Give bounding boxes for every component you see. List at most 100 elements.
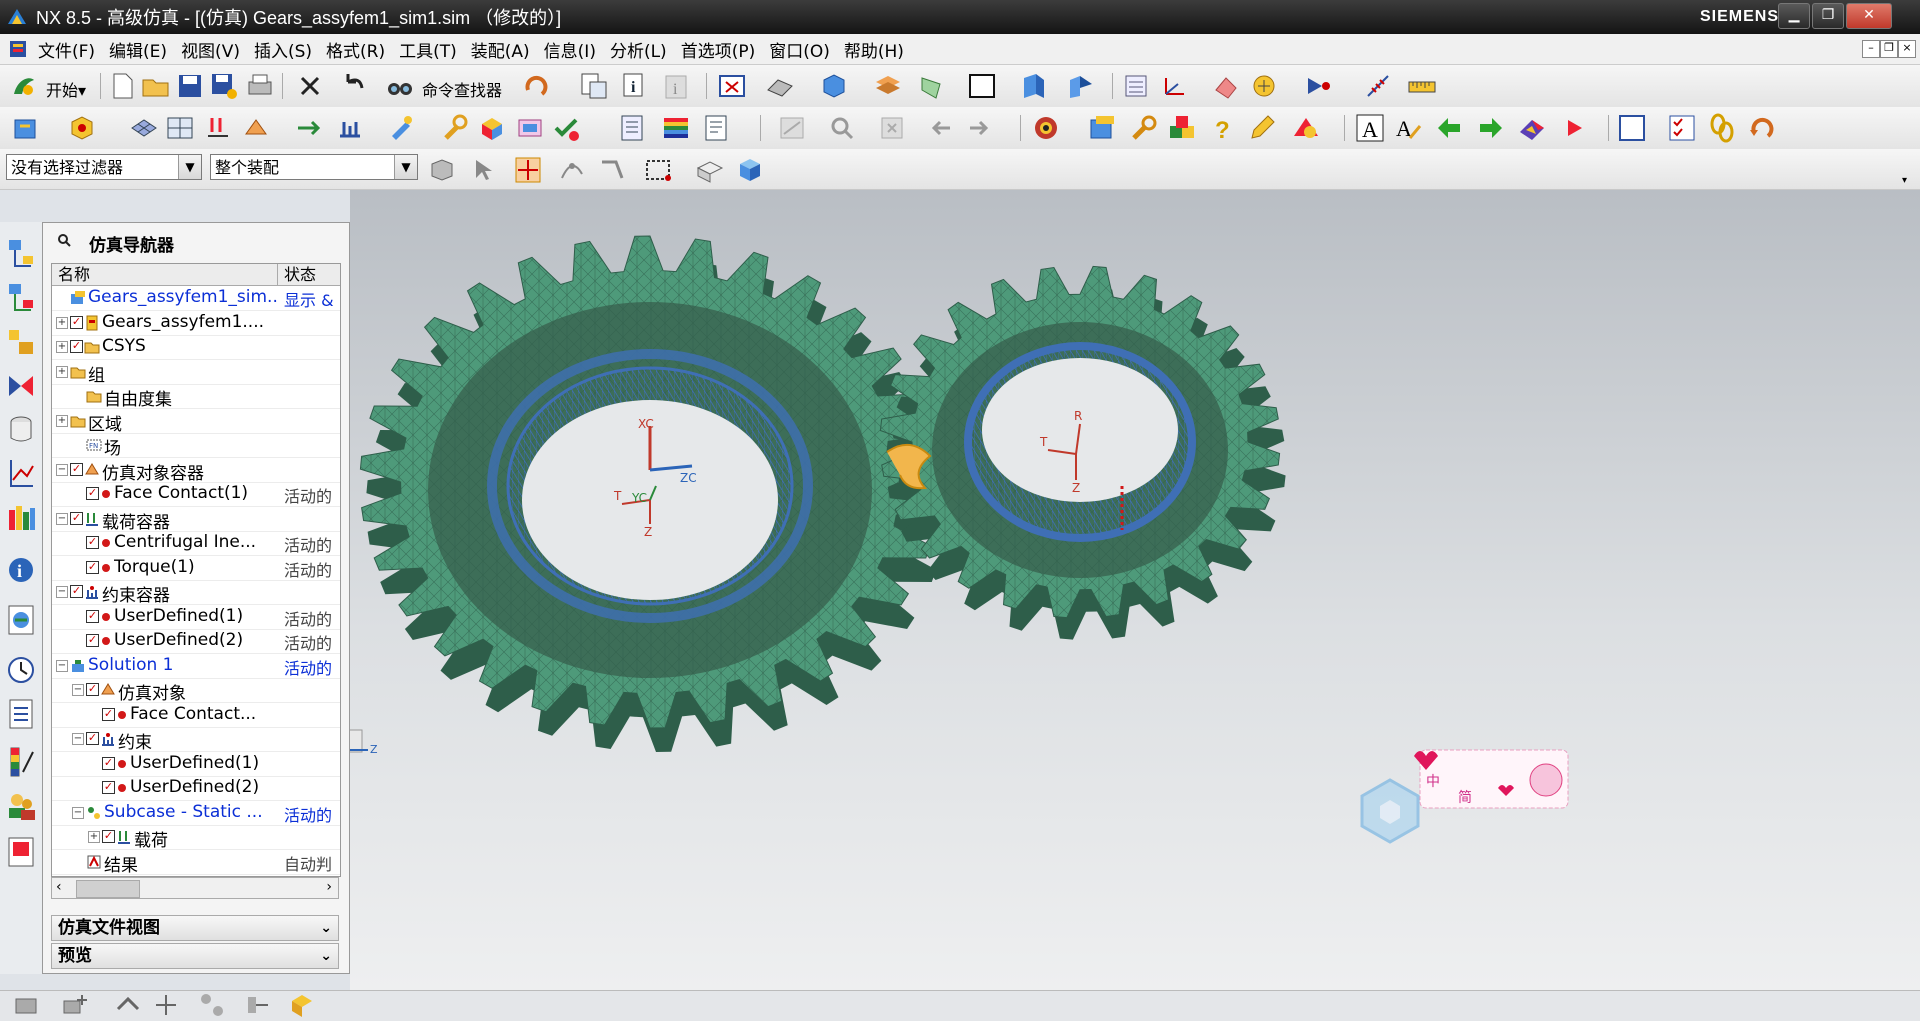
selection-filter-dropdown[interactable]: 没有选择过滤器 ▼ xyxy=(6,154,202,180)
refresh-icon[interactable] xyxy=(520,70,552,102)
tree-row[interactable]: + ✓ Gears_assyfem1.... xyxy=(52,311,340,336)
part-navigator-tab-icon[interactable] xyxy=(5,412,37,448)
select-arrow-icon[interactable] xyxy=(468,154,500,186)
command-finder-button[interactable]: 命令查找器 xyxy=(422,77,502,101)
visibility-checkbox[interactable]: ✓ xyxy=(102,781,115,794)
fringe-plot-icon[interactable] xyxy=(1516,112,1548,144)
mate-constraint-icon[interactable] xyxy=(150,989,182,1021)
menu-assembly[interactable]: 装配(A) xyxy=(471,37,530,62)
tree-row[interactable]: ✓ UserDefined(2) xyxy=(52,776,340,801)
menu-preferences[interactable]: 首选项(P) xyxy=(681,37,756,62)
tree-row[interactable]: 结果 自动判 xyxy=(52,850,340,876)
tree-row[interactable]: + 区域 xyxy=(52,409,340,435)
blue-cube-icon[interactable] xyxy=(734,154,766,186)
expand-icon[interactable]: + xyxy=(56,414,68,427)
close-button[interactable]: ✕ xyxy=(1846,3,1892,29)
menu-insert[interactable]: 插入(S) xyxy=(254,37,312,62)
tree-row[interactable]: ✓ UserDefined(1) xyxy=(52,752,340,777)
tree-row[interactable]: + 组 xyxy=(52,360,340,386)
animate-icon[interactable] xyxy=(1302,70,1334,102)
marker-disabled-icon[interactable] xyxy=(876,112,908,144)
visibility-checkbox[interactable]: ✓ xyxy=(70,585,83,598)
layer-icon[interactable] xyxy=(872,70,904,102)
text-edit-icon[interactable]: A xyxy=(1392,112,1424,144)
mesh-tool-icon[interactable] xyxy=(1248,70,1280,102)
graphics-window[interactable]: XC YC ZC T Z R T Z X Z Y xyxy=(350,190,1920,990)
delete-icon[interactable] xyxy=(294,70,326,102)
section-view-icon[interactable] xyxy=(1018,70,1050,102)
material-icon[interactable] xyxy=(476,112,508,144)
scroll-right-icon[interactable]: › xyxy=(326,879,332,895)
visibility-checkbox[interactable]: ✓ xyxy=(86,732,99,745)
expand-icon[interactable]: + xyxy=(56,341,68,353)
gear-model-view[interactable]: XC YC ZC T Z R T Z X Z Y xyxy=(350,190,1920,990)
fit-view-icon[interactable] xyxy=(716,70,748,102)
assembly-fem-icon[interactable] xyxy=(1086,112,1118,144)
blocks-icon[interactable] xyxy=(1166,112,1198,144)
tree-row[interactable]: − ✓ 仿真对象 xyxy=(52,678,340,704)
wave-link-icon[interactable] xyxy=(286,989,318,1021)
visibility-checkbox[interactable]: ✓ xyxy=(86,609,99,623)
previous-arrow-icon[interactable] xyxy=(926,112,958,144)
tree-row[interactable]: + ✓ 载荷 xyxy=(52,825,340,851)
select-faces-icon[interactable] xyxy=(426,154,458,186)
mesh-3d-icon[interactable] xyxy=(128,112,160,144)
scrollbar-thumb[interactable] xyxy=(76,880,140,898)
print-icon[interactable] xyxy=(244,70,276,102)
report-icon[interactable] xyxy=(700,112,732,144)
menu-tools[interactable]: 工具(T) xyxy=(399,37,457,62)
visibility-checkbox[interactable]: ✓ xyxy=(70,315,83,329)
tree-row[interactable]: − ✓ 约束容器 xyxy=(52,580,340,606)
visibility-checkbox[interactable]: ✓ xyxy=(86,536,99,549)
small-gear[interactable] xyxy=(879,265,1286,640)
binoculars-icon[interactable] xyxy=(384,70,416,102)
menu-file[interactable]: 文件(F) xyxy=(38,37,95,62)
visibility-checkbox[interactable]: ✓ xyxy=(86,560,99,574)
assembly-scope-dropdown[interactable]: 整个装配 ▼ xyxy=(210,154,418,180)
constraint-navigator-tab-icon[interactable] xyxy=(5,368,37,404)
exploded-view-icon[interactable] xyxy=(196,989,228,1021)
tree-row[interactable]: − ✓ 约束 xyxy=(52,727,340,753)
curve-rule-icon[interactable] xyxy=(596,154,628,186)
checklist-icon[interactable] xyxy=(1666,112,1698,144)
rotate-icon[interactable] xyxy=(1746,112,1778,144)
preview-panel[interactable]: 预览 ⌄ xyxy=(51,943,339,969)
chain-link-icon[interactable] xyxy=(1706,112,1738,144)
tree-row[interactable]: − ✓ 仿真对象容器 xyxy=(52,458,340,484)
solve-icon[interactable] xyxy=(616,112,648,144)
mesh-2d-icon[interactable] xyxy=(164,112,196,144)
visibility-checkbox[interactable]: ✓ xyxy=(86,487,99,500)
expand-icon[interactable]: + xyxy=(56,316,68,329)
column-header-status[interactable]: 状态 xyxy=(278,264,340,286)
tree-row[interactable]: ✓ UserDefined(1) 活动的 xyxy=(52,605,340,630)
information-tab-icon[interactable]: i xyxy=(5,552,37,588)
arrow-load-icon[interactable] xyxy=(292,112,324,144)
tree-row[interactable]: Gears_assyfem1_sim... 显示 & xyxy=(52,286,340,311)
sim-file-view-tab-icon[interactable] xyxy=(5,280,37,316)
clip-view-icon[interactable] xyxy=(1064,70,1096,102)
history-clock-icon[interactable] xyxy=(5,652,37,688)
tree-row[interactable]: − ✓ 载荷容器 xyxy=(52,507,340,533)
start-menu-button[interactable]: 开始▾ xyxy=(46,77,86,101)
collapse-icon[interactable]: − xyxy=(56,463,68,476)
pin-icon[interactable] xyxy=(57,233,71,247)
fixed-constraint-icon[interactable] xyxy=(334,112,366,144)
tree-row[interactable]: + ✓ CSYS xyxy=(52,335,340,360)
collapse-icon[interactable]: − xyxy=(72,733,84,745)
play-icon[interactable] xyxy=(1558,112,1590,144)
collapse-icon[interactable]: − xyxy=(72,684,84,696)
tree-row[interactable]: ✓ Torque(1) 活动的 xyxy=(52,556,340,581)
minimize-button[interactable]: ▁ xyxy=(1778,3,1810,29)
measure-icon[interactable] xyxy=(1362,70,1394,102)
history-navigator-tab-icon[interactable] xyxy=(5,456,37,492)
tools-wrench-icon[interactable] xyxy=(1128,112,1160,144)
expand-icon[interactable]: + xyxy=(56,365,68,378)
cube-view-icon[interactable] xyxy=(818,70,850,102)
open-folder-icon[interactable] xyxy=(140,70,172,102)
expand-icon[interactable]: + xyxy=(88,831,100,843)
background-icon[interactable] xyxy=(966,70,998,102)
menu-help[interactable]: 帮助(H) xyxy=(844,37,904,62)
physical-property-icon[interactable] xyxy=(386,112,418,144)
show-hide-icon[interactable] xyxy=(694,154,726,186)
horizontal-scrollbar[interactable]: ‹ › xyxy=(51,877,339,899)
